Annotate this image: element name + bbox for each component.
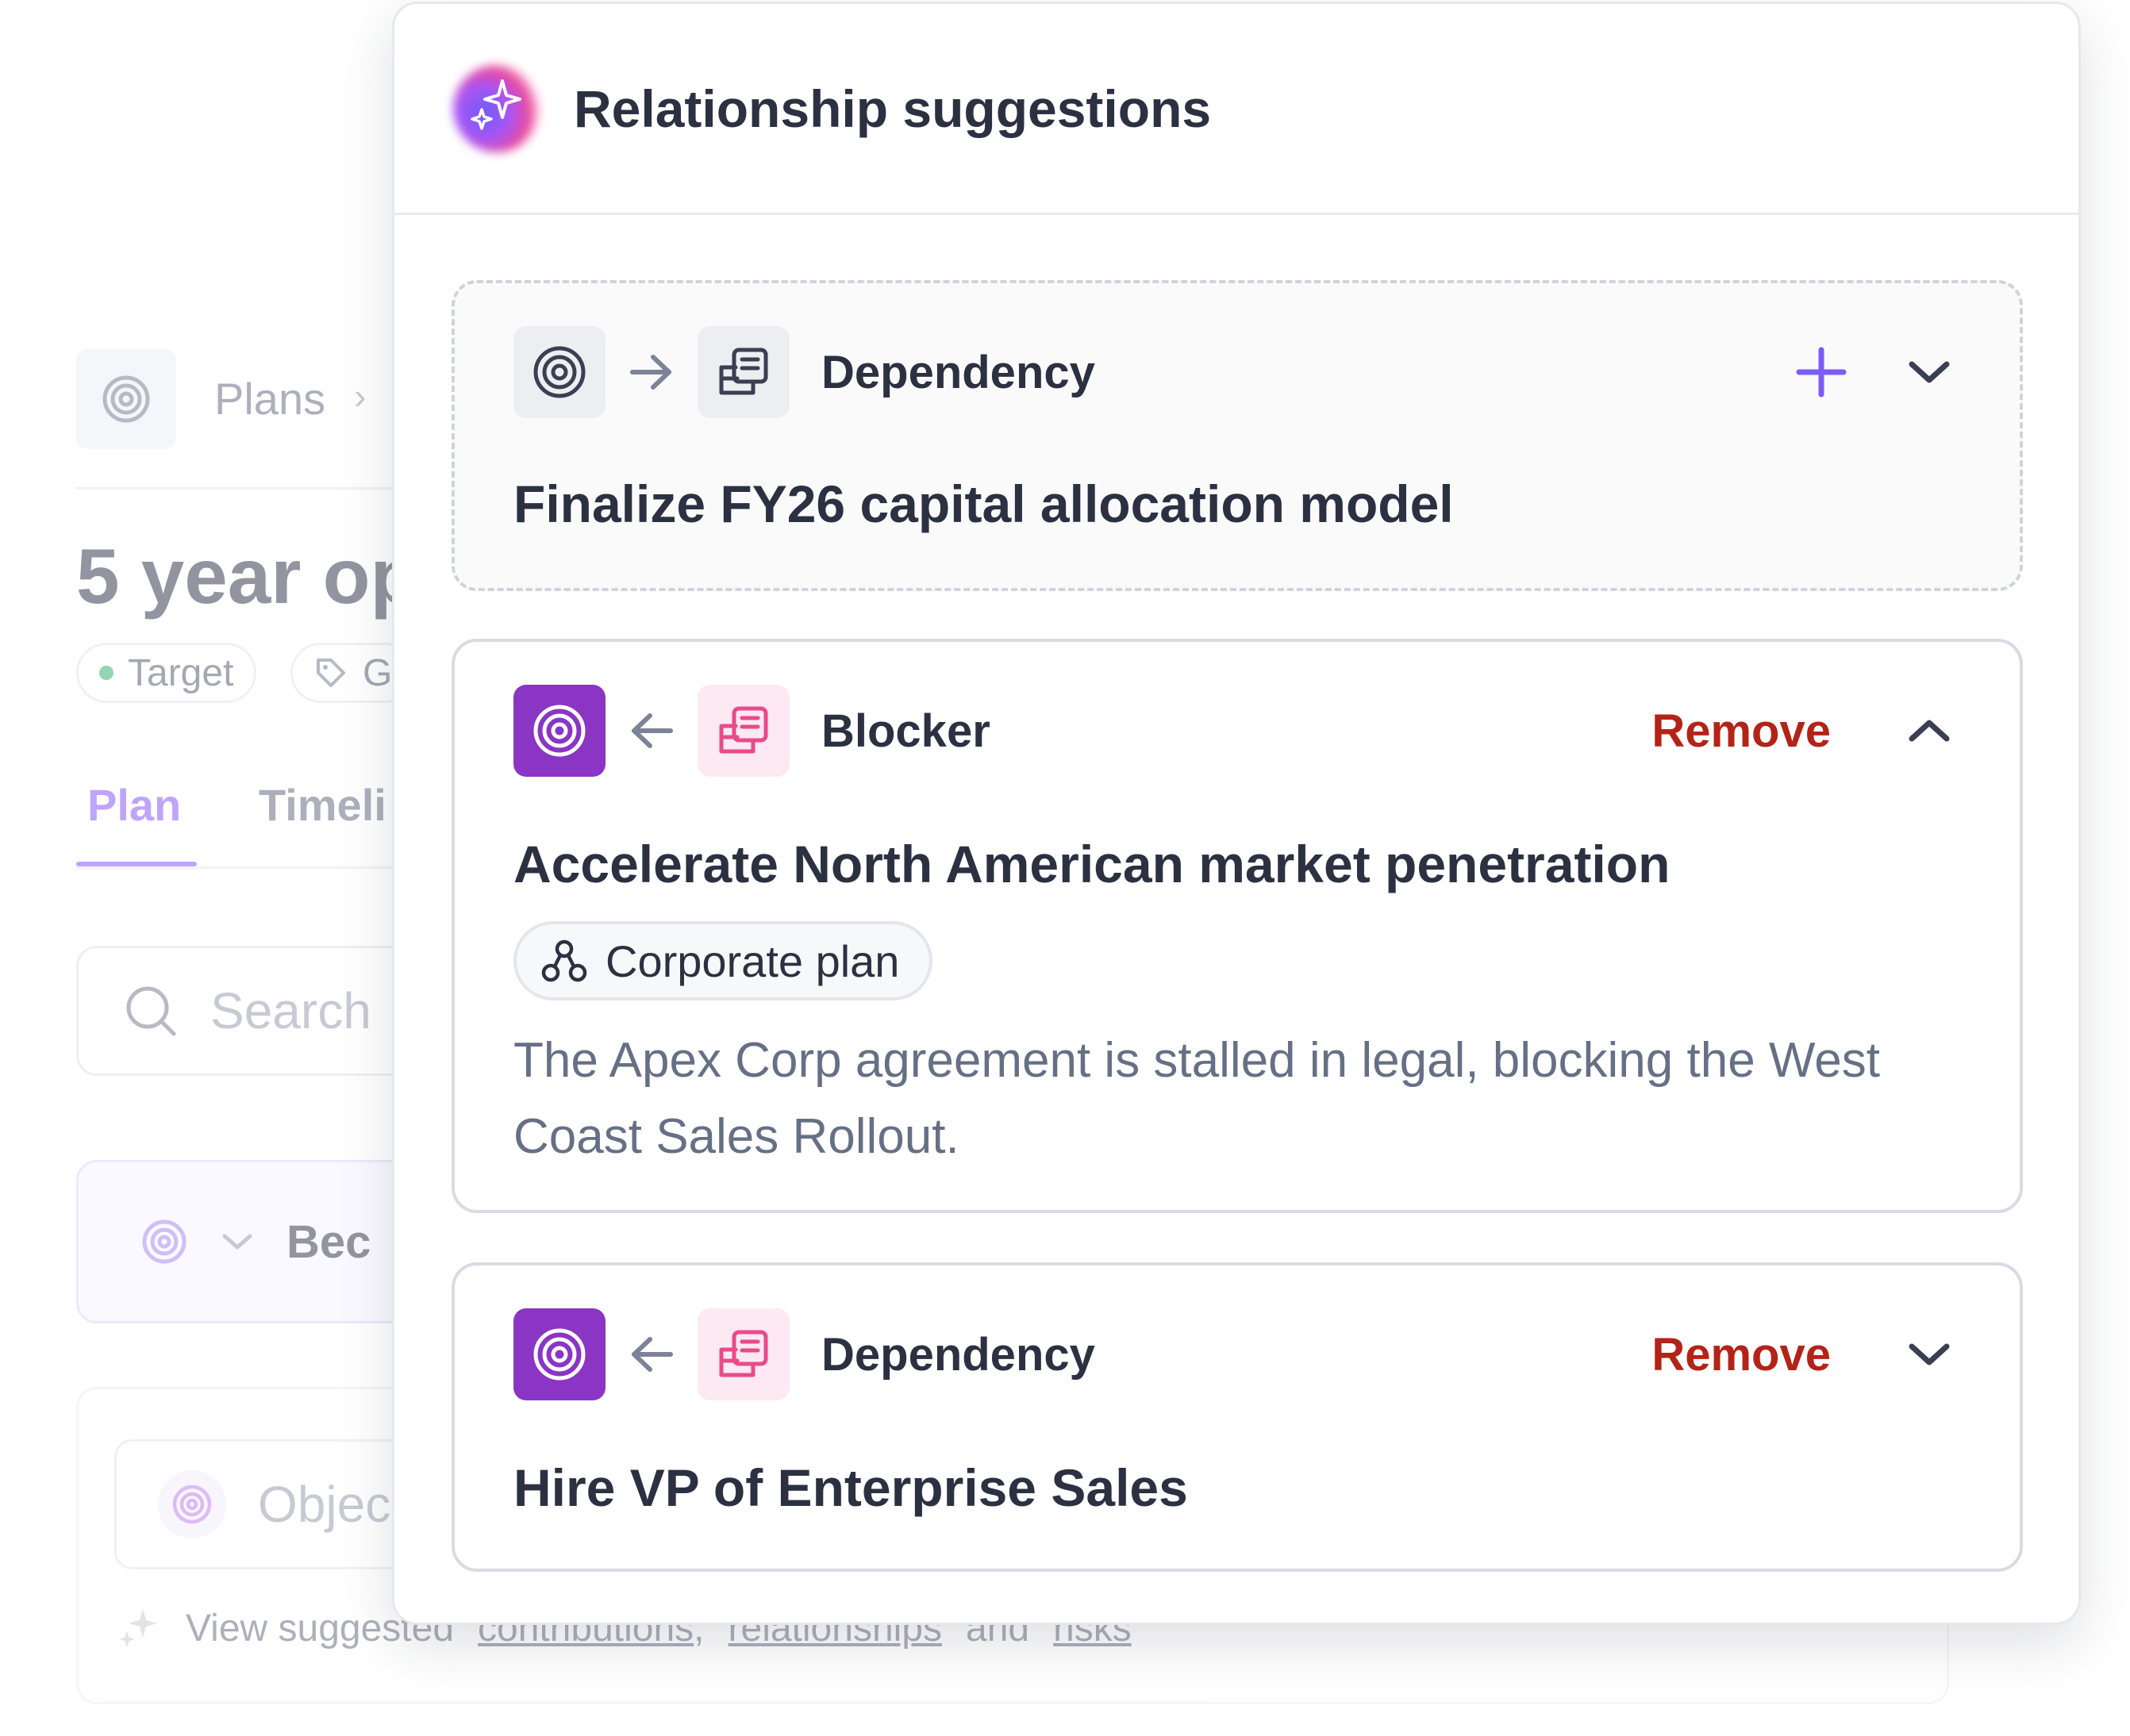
ai-sparkle-icon <box>453 64 540 152</box>
card-header: Dependency <box>513 326 1961 418</box>
document-icon <box>698 1308 790 1400</box>
remove-button[interactable]: Remove <box>1651 705 1831 758</box>
panel-title: Relationship suggestions <box>574 79 1212 138</box>
relationship-card: Dependency Remove Hire VP of Enterprise … <box>452 1262 2023 1572</box>
search-input[interactable]: Search <box>76 946 441 1076</box>
target-icon <box>76 349 176 449</box>
remove-button[interactable]: Remove <box>1651 1328 1831 1381</box>
document-icon <box>698 685 790 777</box>
status-chip[interactable]: Target <box>76 643 257 703</box>
page-title: 5 year op <box>76 532 418 620</box>
plus-icon <box>1796 347 1847 398</box>
arrow-left-icon <box>606 685 698 777</box>
search-placeholder: Search <box>210 982 371 1039</box>
breadcrumb-plans[interactable]: Plans <box>214 373 325 424</box>
plan-chip-label: Corporate plan <box>606 935 900 986</box>
target-icon <box>158 1470 226 1538</box>
tab-active-indicator <box>76 862 197 866</box>
card-title: Accelerate North American market penetra… <box>513 835 1671 893</box>
chevron-right-icon: › <box>354 375 367 417</box>
card-header: Blocker Remove <box>513 685 1961 777</box>
expand-toggle[interactable] <box>1897 340 1961 404</box>
chevron-up-icon <box>1909 720 1950 742</box>
arrow-right-icon <box>606 326 698 418</box>
chevron-down-icon <box>1909 1343 1950 1365</box>
plan-row-label: Bec <box>286 1216 371 1268</box>
arrow-left-icon <box>606 1308 698 1400</box>
divider <box>76 487 409 490</box>
target-icon <box>142 1219 186 1264</box>
plan-chip[interactable]: Corporate plan <box>513 921 933 1001</box>
tag-chip-label: G <box>363 651 393 694</box>
relationship-type: Dependency <box>821 346 1095 398</box>
relationship-type: Dependency <box>821 1328 1095 1381</box>
objective-placeholder: Objec <box>258 1476 391 1533</box>
document-icon <box>698 326 790 418</box>
tab-timeline[interactable]: Timeli <box>259 779 386 831</box>
relationship-description: The Apex Corp agreement is stalled in le… <box>513 1033 1881 1164</box>
relationship-suggestions-panel: Relationship suggestions Dependency Fina… <box>392 2 2081 1625</box>
chevron-down-icon <box>1909 361 1950 383</box>
objective-icon <box>513 326 606 418</box>
add-relationship-button[interactable] <box>1790 340 1853 404</box>
panel-header: Relationship suggestions <box>394 4 2078 215</box>
suggestion-card: Dependency Finalize FY26 capital allocat… <box>452 280 2023 591</box>
sparkle-icon <box>119 1609 157 1647</box>
tab-plan[interactable]: Plan <box>87 779 181 831</box>
objective-icon <box>513 685 606 777</box>
chevron-down-icon[interactable] <box>220 1230 255 1254</box>
plan-row[interactable]: Bec <box>76 1160 441 1323</box>
objective-icon <box>513 1308 606 1400</box>
collapse-toggle[interactable] <box>1897 699 1961 762</box>
card-header: Dependency Remove <box>513 1308 1961 1400</box>
relationship-type: Blocker <box>821 705 990 757</box>
card-title: Finalize FY26 capital allocation model <box>513 474 1454 533</box>
card-title: Hire VP of Enterprise Sales <box>513 1458 1188 1517</box>
search-icon <box>126 986 176 1036</box>
relationship-card: Blocker Remove Accelerate North American… <box>452 639 2023 1213</box>
status-chip-label: Target <box>128 651 234 694</box>
tab-divider <box>76 866 409 869</box>
plan-network-icon <box>541 939 587 982</box>
expand-toggle[interactable] <box>1897 1323 1961 1386</box>
status-dot-icon <box>99 666 113 680</box>
tag-icon <box>317 659 345 687</box>
